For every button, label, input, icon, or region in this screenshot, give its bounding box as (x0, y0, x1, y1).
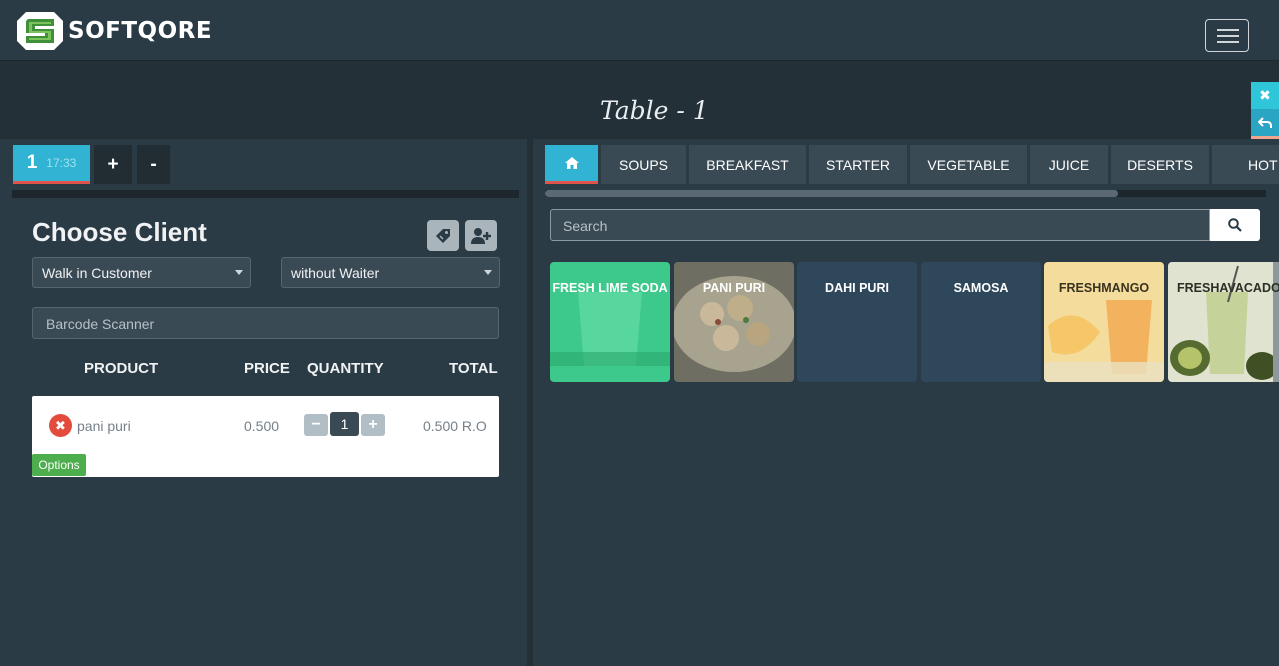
customer-select[interactable]: Walk in Customer (32, 257, 251, 288)
cart-row: ✖ pani puri 0.500 − 1 + 0.500 R.O Option… (32, 396, 499, 477)
cart-item-total: 0.500 R.O (423, 418, 487, 434)
home-icon (564, 157, 579, 169)
hamburger-icon (1217, 29, 1239, 31)
category-tab-starter[interactable]: STARTER (809, 145, 907, 184)
remove-order-button[interactable]: - (137, 145, 170, 184)
column-header-total: TOTAL (449, 360, 498, 377)
category-tab-deserts[interactable]: DESERTS (1111, 145, 1209, 184)
product-image-freshavacado (1168, 262, 1279, 382)
tag-icon (436, 228, 450, 243)
product-image-freshmango (1044, 262, 1164, 382)
search-icon (1228, 218, 1242, 232)
product-card-samosa[interactable]: SAMOSA (921, 262, 1041, 382)
increase-quantity-button[interactable]: + (361, 414, 385, 436)
column-header-product: PRODUCT (84, 360, 159, 377)
remove-item-button[interactable]: ✖ (49, 414, 72, 437)
product-label: DAHI PURI (825, 281, 889, 295)
product-label: FRESH LIME SODA (552, 281, 668, 295)
product-image-fresh-lime-soda (550, 262, 670, 382)
waiter-select-value: without Waiter (291, 265, 380, 281)
top-navbar: SOFTQORE (0, 0, 1279, 61)
discount-button[interactable] (427, 220, 459, 251)
product-label: PANI PURI (702, 281, 766, 295)
product-label: FRESHAVACADO (1177, 281, 1279, 295)
order-tab-active[interactable]: 1 17:33 (13, 145, 90, 184)
add-client-button[interactable] (465, 220, 497, 251)
search-button[interactable] (1210, 209, 1260, 241)
product-card-pani-puri[interactable]: PANI PURI (674, 262, 794, 382)
product-image-pani-puri (674, 262, 794, 382)
order-tabs-scrollbar[interactable] (12, 190, 519, 198)
item-options-button[interactable]: Options (32, 454, 86, 476)
choose-client-heading: Choose Client (32, 217, 207, 247)
softqore-logo (17, 12, 63, 50)
order-tab-number: 1 (26, 152, 38, 173)
category-tab-juice[interactable]: JUICE (1030, 145, 1108, 184)
hamburger-icon-line (1217, 41, 1239, 43)
category-tab-breakfast[interactable]: BREAKFAST (689, 145, 806, 184)
close-icon: ✖ (55, 417, 66, 433)
plus-icon: + (368, 416, 378, 433)
product-card-freshmango[interactable]: FRESHMANGO (1044, 262, 1164, 382)
undo-icon[interactable] (1251, 109, 1279, 136)
menu-toggle-button[interactable] (1205, 19, 1249, 52)
chevron-down-icon (484, 270, 492, 275)
cart-item-name: pani puri (77, 418, 131, 434)
cart-item-price: 0.500 (244, 418, 280, 434)
category-tab-vegetable[interactable]: VEGETABLE (910, 145, 1027, 184)
product-label: FRESHMANGO (1058, 281, 1150, 295)
page-title: Table - 1 (600, 96, 709, 125)
product-card-fresh-lime-soda[interactable]: FRESH LIME SODA (550, 262, 670, 382)
add-user-icon (471, 227, 491, 244)
add-order-button[interactable]: + (94, 145, 132, 184)
product-card-freshavacado[interactable]: FRESHAVACADO (1168, 262, 1279, 382)
category-scrollbar-thumb[interactable] (545, 190, 1118, 197)
category-scrollbar[interactable] (545, 190, 1266, 197)
chevron-down-icon (235, 270, 243, 275)
waiter-select[interactable]: without Waiter (281, 257, 500, 288)
product-card-dahi-puri[interactable]: DAHI PURI (797, 262, 917, 382)
close-icon[interactable]: ✖ (1251, 82, 1279, 109)
order-panel: 1 17:33 + - Choose Client Walk in Custom… (0, 139, 530, 666)
column-header-quantity: QUANTITY (307, 360, 384, 377)
decrease-quantity-button[interactable]: − (304, 414, 328, 436)
customer-select-value: Walk in Customer (42, 265, 152, 281)
category-tab-hot[interactable]: HOT (1212, 145, 1279, 184)
barcode-scanner-input[interactable]: Barcode Scanner (32, 307, 499, 339)
minus-icon: − (311, 416, 321, 433)
product-search-input[interactable]: Search (550, 209, 1210, 241)
menu-panel: SOUPS BREAKFAST STARTER VEGETABLE JUICE … (533, 139, 1279, 666)
quantity-value[interactable]: 1 (330, 412, 359, 436)
hamburger-icon-line (1217, 35, 1239, 37)
column-header-price: PRICE (244, 360, 290, 377)
product-label: SAMOSA (953, 281, 1009, 295)
order-tab-time: 17:33 (46, 156, 77, 170)
brand-name: SOFTQORE (68, 18, 213, 44)
category-tab-soups[interactable]: SOUPS (601, 145, 686, 184)
category-home-tab[interactable] (545, 145, 598, 184)
